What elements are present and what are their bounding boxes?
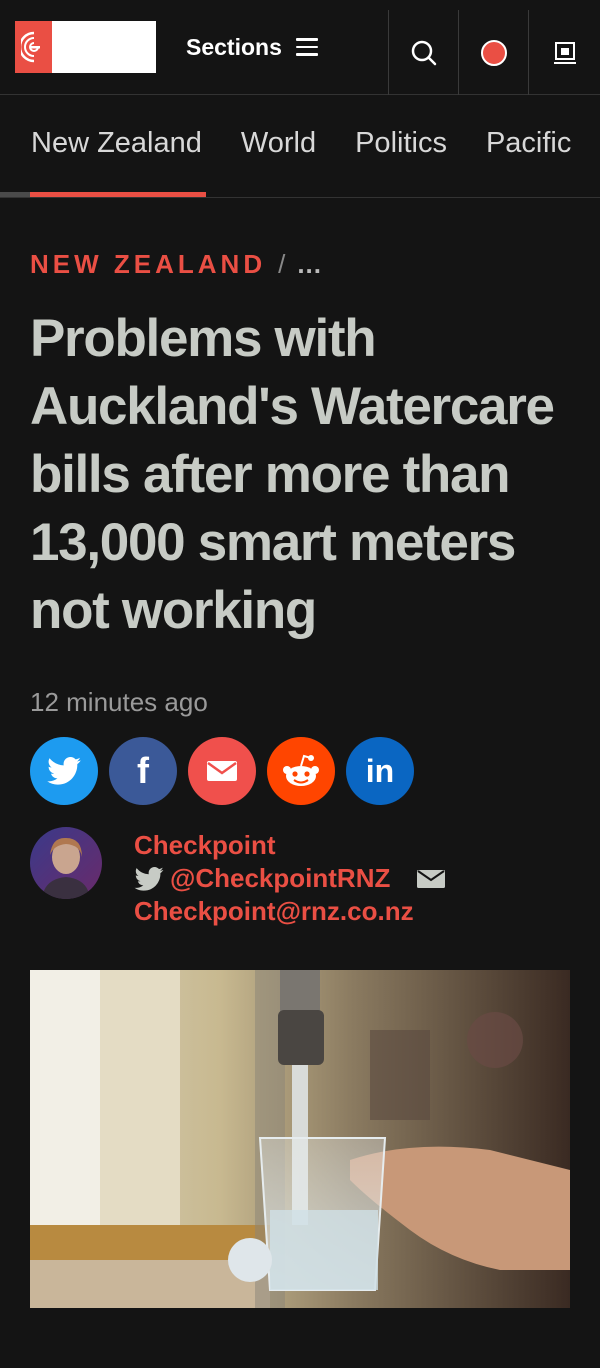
share-email-button[interactable]: [188, 737, 256, 805]
screen-icon: [553, 41, 576, 64]
breadcrumb-more[interactable]: ...: [297, 249, 322, 280]
author-avatar: [30, 827, 102, 899]
email-icon: [207, 761, 237, 781]
tab-pacific[interactable]: Pacific: [486, 127, 571, 166]
article: NEW ZEALAND / ... Problems with Auckland…: [0, 249, 600, 1308]
twitter-icon: [134, 866, 164, 891]
active-tab-indicator: [0, 192, 206, 197]
breadcrumb: NEW ZEALAND / ...: [30, 249, 570, 280]
breadcrumb-section[interactable]: NEW ZEALAND: [30, 249, 266, 280]
section-tabs: New Zealand World Politics Pacific: [0, 95, 600, 198]
share-buttons: f in: [30, 737, 570, 805]
reddit-icon: [283, 754, 319, 786]
search-button[interactable]: [388, 10, 458, 95]
linkedin-icon: in: [365, 752, 395, 789]
author-email-link[interactable]: Checkpoint@rnz.co.nz: [134, 895, 446, 928]
rnz-logo-wordmark: [52, 21, 156, 73]
sections-menu-button[interactable]: Sections: [186, 34, 318, 61]
twitter-icon: [47, 757, 81, 785]
top-bar: Sections: [0, 0, 600, 95]
search-icon: [411, 40, 436, 65]
article-timestamp: 12 minutes ago: [30, 687, 208, 717]
tab-new-zealand[interactable]: New Zealand: [31, 127, 202, 166]
facebook-icon: f: [137, 750, 149, 791]
hamburger-icon: [295, 38, 318, 56]
author-block: Checkpoint @CheckpointRNZ Checkpoint@rnz…: [30, 827, 570, 928]
screen-button[interactable]: [528, 10, 600, 95]
tab-politics[interactable]: Politics: [355, 127, 447, 166]
live-record-icon: [480, 39, 507, 66]
rnz-logo[interactable]: [15, 21, 156, 73]
tab-world[interactable]: World: [241, 127, 316, 166]
author-twitter-link[interactable]: @CheckpointRNZ: [170, 862, 390, 895]
share-facebook-button[interactable]: f: [109, 737, 177, 805]
author-info: Checkpoint @CheckpointRNZ Checkpoint@rnz…: [134, 829, 446, 928]
article-headline: Problems with Auckland's Watercare bills…: [30, 309, 555, 640]
author-name[interactable]: Checkpoint: [134, 829, 446, 862]
share-linkedin-button[interactable]: in: [346, 737, 414, 805]
mail-icon[interactable]: [416, 869, 446, 889]
article-hero-image[interactable]: [30, 970, 570, 1308]
rnz-logo-mark-icon: [15, 21, 52, 73]
breadcrumb-separator: /: [278, 249, 286, 279]
sections-label: Sections: [186, 33, 282, 60]
share-twitter-button[interactable]: [30, 737, 98, 805]
share-reddit-button[interactable]: [267, 737, 335, 805]
live-radio-button[interactable]: [458, 10, 528, 95]
